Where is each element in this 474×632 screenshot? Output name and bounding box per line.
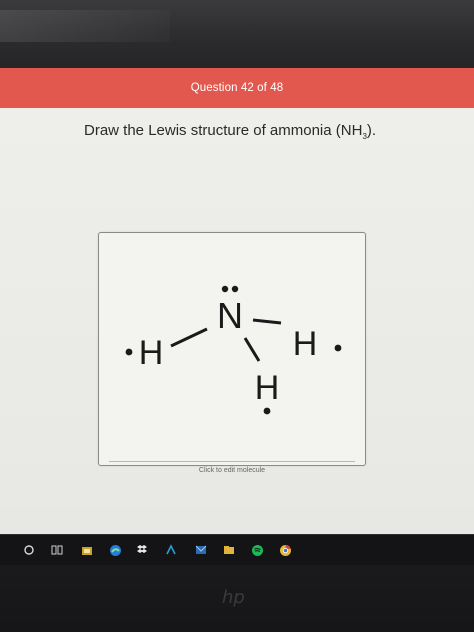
molecule-editor[interactable]: N H H H Click to edit molecule: [98, 232, 366, 474]
lewis-structure-drawing[interactable]: N H H H: [99, 233, 365, 465]
hydrogen-atom-left[interactable]: H: [139, 334, 164, 372]
bond-n-h-bottom[interactable]: [243, 337, 261, 362]
windows-taskbar: [0, 534, 474, 565]
lone-pair-electron: [231, 285, 239, 293]
lone-pair-electron: [221, 285, 229, 293]
mail-icon[interactable]: [194, 543, 208, 557]
store-icon[interactable]: [80, 543, 94, 557]
unpaired-electron-right: [334, 344, 342, 352]
app-icon[interactable]: [164, 543, 178, 557]
bond-n-h-left[interactable]: [170, 327, 208, 348]
unpaired-electron-left: [125, 348, 133, 356]
dropbox-icon[interactable]: [134, 543, 148, 557]
task-view-icon[interactable]: [50, 543, 64, 557]
question-prompt-suffix: ).: [366, 122, 377, 139]
editor-divider: [109, 461, 355, 462]
question-content: Draw the Lewis structure of ammonia (NH3…: [0, 108, 474, 508]
file-explorer-icon[interactable]: [222, 543, 236, 557]
edit-molecule-hint[interactable]: Click to edit molecule: [99, 467, 365, 474]
question-header-bar: Question 42 of 48: [0, 68, 474, 108]
bond-n-h-right[interactable]: [252, 318, 282, 325]
question-prompt: Draw the Lewis structure of ammonia (NH3…: [84, 122, 376, 141]
unpaired-electron-bottom: [263, 407, 271, 415]
photo-of-monitor: Question 42 of 48 Draw the Lewis structu…: [0, 0, 474, 632]
chrome-icon[interactable]: [278, 543, 292, 557]
hydrogen-atom-right[interactable]: H: [293, 325, 318, 363]
hydrogen-atom-bottom[interactable]: H: [255, 369, 280, 407]
monitor-bottom-bezel: hp: [0, 565, 474, 632]
question-counter: Question 42 of 48: [190, 82, 284, 94]
edge-icon[interactable]: [108, 543, 122, 557]
question-prompt-text: Draw the Lewis structure of ammonia (NH: [84, 122, 363, 139]
screen-glare: [0, 10, 170, 42]
nitrogen-atom[interactable]: N: [217, 295, 243, 336]
monitor-top-region: [0, 0, 474, 68]
spotify-icon[interactable]: [250, 543, 264, 557]
search-icon[interactable]: [22, 543, 36, 557]
hp-logo: hp: [222, 587, 245, 608]
screen: Question 42 of 48 Draw the Lewis structu…: [0, 68, 474, 548]
